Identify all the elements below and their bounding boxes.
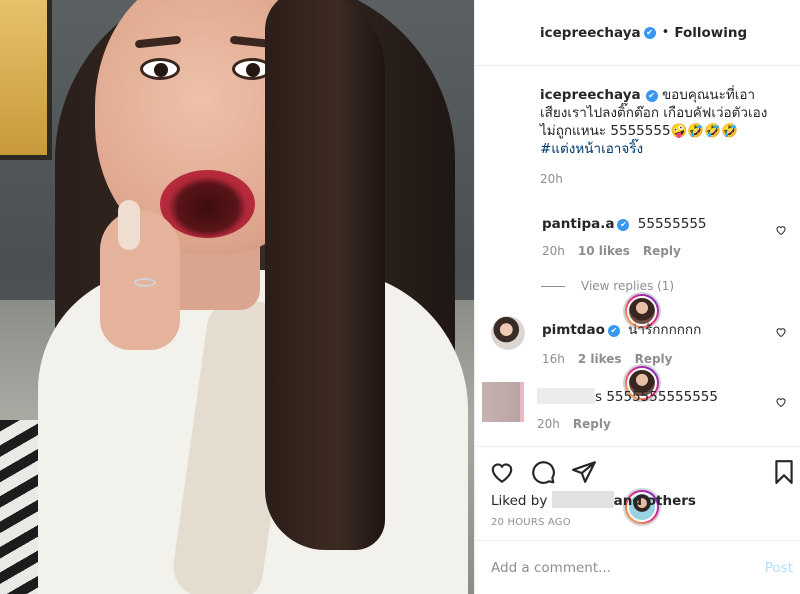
comment-meta: 20h Reply	[537, 417, 718, 431]
author-username[interactable]: icepreechaya	[540, 25, 641, 41]
ring	[134, 278, 156, 287]
post-timestamp[interactable]: 20 HOURS AGO	[491, 517, 571, 528]
comment-item: pimtdao ✔ น่ารักกกกกก 16h 2 likes Reply	[491, 316, 787, 366]
comment-text: 55555555	[637, 216, 707, 232]
hashtag-link[interactable]: #แต่งหน้าเอาจริ๊ง	[540, 141, 643, 157]
commenter-avatar[interactable]	[491, 316, 525, 350]
liked-by-prefix: Liked by	[491, 493, 548, 509]
post-panel: icepreechaya ✔ • Following icepreechaya ✔…	[474, 0, 800, 594]
comment-text: น่ารักกกกกก	[628, 322, 702, 338]
comment-body: pimtdao ✔ น่ารักกกกกก 16h 2 likes Reply	[542, 316, 701, 366]
mouth	[160, 170, 255, 238]
heart-icon[interactable]	[775, 224, 787, 236]
post-media[interactable]	[0, 0, 474, 594]
heart-icon[interactable]	[489, 459, 515, 485]
caption-text-block: icepreechaya ✔ ขอบคุณนะที่เอาเสียงเราไปลง…	[540, 86, 770, 158]
verified-icon: ✔	[643, 26, 656, 39]
reply-button[interactable]: Reply	[573, 417, 611, 431]
comment-line: s 5555555555555	[537, 388, 718, 405]
comment-line: pantipa.a ✔ 55555555	[542, 216, 707, 232]
following-button[interactable]: Following	[674, 25, 747, 41]
liked-by-user-redacted[interactable]	[551, 491, 614, 508]
heart-icon[interactable]	[775, 396, 787, 408]
verified-icon: ✔	[607, 325, 620, 337]
share-icon[interactable]	[571, 459, 597, 485]
replies-divider	[541, 285, 565, 287]
post-header: icepreechaya ✔ • Following	[475, 0, 800, 330]
reply-button[interactable]: Reply	[643, 244, 681, 258]
hair-strand	[265, 0, 385, 550]
commenter-username-redacted[interactable]	[537, 388, 595, 404]
comment-item: s 5555555555555 20h Reply	[482, 382, 787, 431]
comment-line: pimtdao ✔ น่ารักกกกกก	[542, 318, 701, 340]
separator-dot: •	[661, 25, 670, 40]
comment-text: s 5555555555555	[595, 389, 718, 405]
comment-item: pantipa.a ✔ 55555555 20h 10 likes Reply	[491, 210, 787, 526]
view-replies-label: View replies (1)	[581, 279, 675, 293]
liked-by: Liked by and others	[491, 491, 696, 509]
comment-body: s 5555555555555 20h Reply	[537, 382, 718, 431]
wall-picture	[0, 0, 52, 160]
header-text: icepreechaya ✔ • Following	[540, 25, 747, 41]
commenter-username[interactable]: pantipa.a	[542, 216, 614, 232]
view-replies-button[interactable]: View replies (1)	[541, 279, 674, 293]
add-comment-input[interactable]	[491, 559, 765, 576]
verified-icon: ✔	[645, 90, 658, 102]
reply-button[interactable]: Reply	[635, 352, 673, 366]
comment-likes[interactable]: 2 likes	[578, 352, 622, 366]
liked-by-others[interactable]: and others	[614, 493, 696, 509]
caption-body: icepreechaya ✔ ขอบคุณนะที่เอาเสียงเราไปลง…	[540, 86, 770, 188]
comment-icon[interactable]	[530, 459, 556, 485]
heart-icon[interactable]	[775, 326, 787, 338]
comment-time[interactable]: 20h	[542, 244, 565, 258]
finger	[118, 200, 140, 250]
comment-time[interactable]: 20h	[537, 417, 560, 431]
verified-icon: ✔	[617, 219, 630, 231]
comment-time[interactable]: 16h	[542, 352, 565, 366]
commenter-avatar[interactable]	[482, 382, 524, 422]
comment-meta: 16h 2 likes Reply	[542, 352, 701, 366]
left-eye	[140, 58, 180, 80]
add-comment-bar: Post	[475, 540, 800, 594]
comment-likes[interactable]: 10 likes	[578, 244, 630, 258]
caption: icepreechaya ✔ ขอบคุณนะที่เอาเสียงเราไปลง…	[489, 86, 789, 402]
comment-meta: 20h 10 likes Reply	[542, 244, 707, 258]
comment-body: pantipa.a ✔ 55555555 20h 10 likes Reply	[542, 210, 707, 258]
caption-time[interactable]: 20h	[540, 170, 770, 188]
caption-username[interactable]: icepreechaya	[540, 87, 641, 103]
bookmark-icon[interactable]	[771, 459, 797, 485]
commenter-username[interactable]: pimtdao	[542, 322, 605, 338]
post-button[interactable]: Post	[765, 560, 793, 576]
